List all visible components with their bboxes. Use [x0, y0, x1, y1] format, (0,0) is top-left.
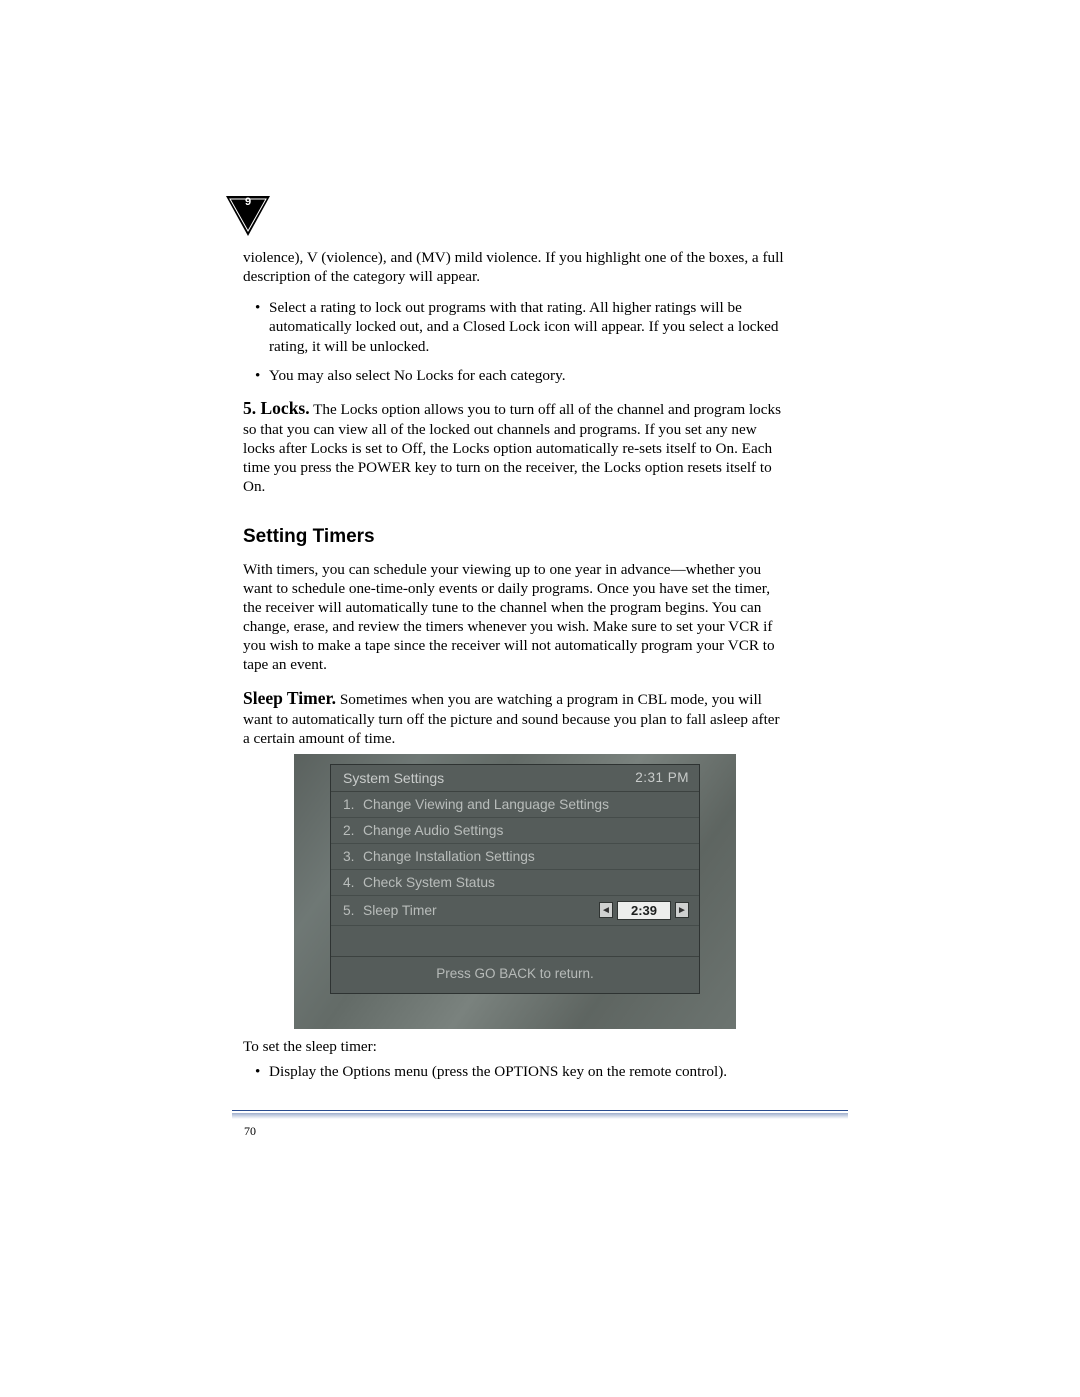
osd-row-label: Change Installation Settings: [363, 849, 689, 864]
osd-row-num: 1.: [343, 797, 363, 812]
list-item: Select a rating to lock out programs wit…: [269, 298, 787, 356]
locks-label: 5. Locks.: [243, 398, 310, 418]
chapter-marker: 9: [224, 192, 272, 240]
system-settings-panel: System Settings 2:31 PM 1. Change Viewin…: [330, 764, 700, 994]
osd-screenshot: System Settings 2:31 PM 1. Change Viewin…: [294, 754, 736, 1029]
osd-row-label: Change Audio Settings: [363, 823, 689, 838]
locks-text: The Locks option allows you to turn off …: [243, 401, 781, 495]
osd-row-num: 3.: [343, 849, 363, 864]
osd-row-num: 2.: [343, 823, 363, 838]
osd-row-label: Sleep Timer: [363, 903, 599, 918]
osd-row-label: Change Viewing and Language Settings: [363, 797, 689, 812]
document-page: 9 violence), V (violence), and (MV) mild…: [0, 0, 1080, 1397]
arrow-left-icon[interactable]: ◄: [599, 902, 613, 918]
list-item: Display the Options menu (press the OPTI…: [269, 1062, 787, 1081]
osd-row-1[interactable]: 1. Change Viewing and Language Settings: [331, 792, 699, 818]
osd-gap: [331, 926, 699, 956]
locks-paragraph: 5. Locks. The Locks option allows you to…: [243, 398, 787, 496]
list-item: You may also select No Locks for each ca…: [269, 366, 787, 385]
sleep-timer-value-wrap: ◄ 2:39 ►: [599, 901, 689, 920]
osd-footer: Press GO BACK to return.: [331, 956, 699, 993]
osd-title-row: System Settings 2:31 PM: [331, 765, 699, 792]
osd-title: System Settings: [343, 770, 444, 786]
sleep-timer-value: 2:39: [617, 901, 671, 920]
osd-row-num: 4.: [343, 875, 363, 890]
timers-paragraph: With timers, you can schedule your viewi…: [243, 560, 787, 674]
page-content: violence), V (violence), and (MV) mild v…: [243, 248, 787, 1093]
osd-row-5[interactable]: 5. Sleep Timer ◄ 2:39 ►: [331, 896, 699, 926]
setting-timers-heading: Setting Timers: [243, 526, 787, 548]
sleep-timer-paragraph: Sleep Timer. Sometimes when you are watc…: [243, 688, 787, 748]
intro-continued: violence), V (violence), and (MV) mild v…: [243, 248, 787, 286]
top-bullet-list: Select a rating to lock out programs wit…: [243, 298, 787, 386]
osd-clock: 2:31 PM: [635, 770, 689, 785]
arrow-right-icon[interactable]: ►: [675, 902, 689, 918]
osd-row-num: 5.: [343, 903, 363, 918]
sleep-timer-label: Sleep Timer.: [243, 688, 336, 708]
set-sleep-intro: To set the sleep timer:: [243, 1037, 787, 1056]
osd-background: System Settings 2:31 PM 1. Change Viewin…: [294, 754, 736, 1029]
chapter-number: 9: [224, 196, 272, 208]
osd-row-3[interactable]: 3. Change Installation Settings: [331, 844, 699, 870]
page-number: 70: [244, 1124, 256, 1139]
osd-row-4[interactable]: 4. Check System Status: [331, 870, 699, 896]
osd-row-label: Check System Status: [363, 875, 689, 890]
footer-rule: [232, 1110, 848, 1111]
osd-row-2[interactable]: 2. Change Audio Settings: [331, 818, 699, 844]
bottom-bullet-list: Display the Options menu (press the OPTI…: [243, 1062, 787, 1081]
